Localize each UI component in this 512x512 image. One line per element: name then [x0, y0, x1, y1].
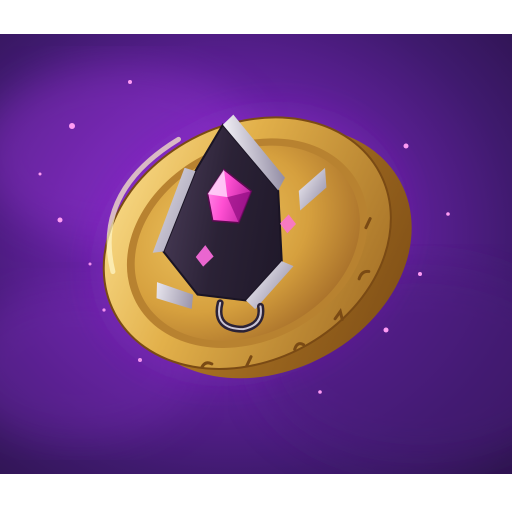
coin-artwork — [0, 34, 512, 474]
image-frame — [0, 0, 512, 512]
